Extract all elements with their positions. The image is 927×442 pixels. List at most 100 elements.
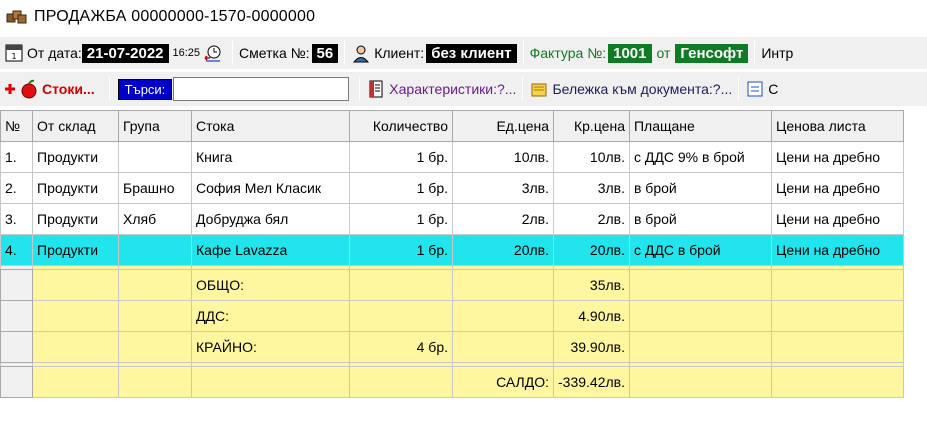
cell-payment[interactable]: в брой <box>628 172 772 204</box>
col-header-product[interactable]: Стока <box>191 110 350 142</box>
cell-price-list[interactable]: Цени на дребно <box>770 172 904 204</box>
cell-unit-price[interactable]: 20лв. <box>452 234 554 266</box>
cell-quantity[interactable]: 1 бр. <box>349 141 453 173</box>
date-value[interactable]: 21-07-2022 <box>81 43 169 63</box>
invoice-value[interactable]: 1001 <box>608 43 652 63</box>
cell-group[interactable] <box>118 141 192 173</box>
cell-price-list[interactable]: Цени на дребно <box>770 203 904 235</box>
summary-row-total: ОБЩО: 35лв. <box>0 269 904 301</box>
note-icon[interactable] <box>529 79 549 99</box>
goods-button[interactable]: Стоки... <box>42 81 95 97</box>
client-value[interactable]: без клиент <box>426 43 517 63</box>
more-button[interactable]: Интр <box>761 45 793 61</box>
row-number: 1. <box>0 141 33 173</box>
goods-toolbar: Стоки... Търси: Характеристики:?... Беле… <box>0 72 927 106</box>
document-note-button[interactable]: Бележка към документа:?... <box>552 81 732 97</box>
title-bar: ПРОДАЖБА 00000000-1570-0000000 <box>0 0 927 34</box>
overflow-icon[interactable] <box>745 79 765 99</box>
row-number: 2. <box>0 172 33 204</box>
cell-warehouse[interactable]: Продукти <box>32 141 119 173</box>
invoice-label: Фактура №: <box>529 45 607 61</box>
summary-row-balance: САЛДО: -339.42лв. <box>0 366 904 398</box>
col-header-group[interactable]: Група <box>118 110 192 142</box>
cell-group[interactable]: Хляб <box>118 203 192 235</box>
balance-label: САЛДО: <box>452 366 554 398</box>
col-header-number[interactable]: № <box>0 110 33 142</box>
table-row[interactable]: 3. Продукти Хляб Добруджа бял 1 бр. 2лв.… <box>0 203 904 235</box>
grid-header-row: № От склад Група Стока Количество Ед.цен… <box>0 110 904 142</box>
row-number: 3. <box>0 203 33 235</box>
final-value: 39.90лв. <box>553 331 630 363</box>
toolbar-separator <box>522 41 524 65</box>
cell-quantity[interactable]: 1 бр. <box>349 172 453 204</box>
clock-refresh-icon[interactable] <box>203 43 223 63</box>
col-header-price-list[interactable]: Ценова листа <box>770 110 904 142</box>
characteristics-button[interactable]: Характеристики:?... <box>389 81 516 97</box>
window-title: ПРОДАЖБА 00000000-1570-0000000 <box>34 8 316 25</box>
app-icon <box>6 8 28 26</box>
cell-payment[interactable]: с ДДС 9% в брой <box>628 141 772 173</box>
characteristics-icon[interactable] <box>366 79 386 99</box>
invoice-from-label: от <box>656 45 671 61</box>
vat-value: 4.90лв. <box>553 300 630 332</box>
col-header-warehouse[interactable]: От склад <box>32 110 119 142</box>
cell-price-list[interactable]: Цени на дребно <box>770 141 904 173</box>
vat-label: ДДС: <box>191 300 350 332</box>
cell-product[interactable]: София Мел Класик <box>191 172 350 204</box>
overflow-button[interactable]: С <box>768 81 778 97</box>
toolbar-separator <box>359 77 361 101</box>
toolbar-separator <box>344 41 346 65</box>
cell-product[interactable]: Книга <box>191 141 350 173</box>
table-row[interactable]: 1. Продукти Книга 1 бр. 10лв. 10лв. с ДД… <box>0 141 904 173</box>
total-label: ОБЩО: <box>191 269 350 301</box>
company-value[interactable]: Генсофт <box>675 43 749 63</box>
cell-group[interactable] <box>118 234 192 266</box>
cell-product[interactable]: Добруджа бял <box>191 203 350 235</box>
summary-row-final: КРАЙНО: 4 бр. 39.90лв. <box>0 331 904 363</box>
sale-items-grid: № От склад Група Стока Количество Ед.цен… <box>0 110 904 398</box>
cell-payment[interactable]: с ДДС в брой <box>628 234 772 266</box>
cell-unit-price[interactable]: 3лв. <box>452 172 554 204</box>
table-row-selected[interactable]: 4. Продукти Кафе Lavazza 1 бр. 20лв. 20л… <box>0 234 904 266</box>
summary-row-vat: ДДС: 4.90лв. <box>0 300 904 332</box>
cell-product[interactable]: Кафе Lavazza <box>191 234 350 266</box>
add-plus-icon[interactable] <box>4 79 16 99</box>
toolbar-separator <box>108 77 110 101</box>
cell-final-price[interactable]: 3лв. <box>553 172 630 204</box>
cell-group[interactable]: Брашно <box>118 172 192 204</box>
cell-warehouse[interactable]: Продукти <box>32 172 119 204</box>
cell-unit-price[interactable]: 2лв. <box>452 203 554 235</box>
account-value[interactable]: 56 <box>311 43 339 63</box>
row-number: 4. <box>0 234 33 266</box>
toolbar-separator <box>738 77 740 101</box>
cell-quantity[interactable]: 1 бр. <box>349 234 453 266</box>
total-value: 35лв. <box>553 269 630 301</box>
col-header-quantity[interactable]: Количество <box>349 110 453 142</box>
col-header-payment[interactable]: Плащане <box>628 110 772 142</box>
search-label: Търси: <box>117 78 173 100</box>
col-header-final-price[interactable]: Кр.цена <box>553 110 630 142</box>
time-value: 16:25 <box>172 47 201 59</box>
cell-payment[interactable]: в брой <box>628 203 772 235</box>
final-quantity: 4 бр. <box>349 331 453 363</box>
cell-price-list[interactable]: Цени на дребно <box>770 234 904 266</box>
final-label: КРАЙНО: <box>191 331 350 363</box>
col-header-unit-price[interactable]: Ед.цена <box>452 110 554 142</box>
cell-final-price[interactable]: 20лв. <box>553 234 630 266</box>
cell-warehouse[interactable]: Продукти <box>32 234 119 266</box>
balance-value: -339.42лв. <box>553 366 630 398</box>
account-label: Сметка №: <box>239 45 310 61</box>
client-person-icon[interactable] <box>351 43 371 63</box>
cell-final-price[interactable]: 10лв. <box>553 141 630 173</box>
toolbar-separator <box>522 77 524 101</box>
search-input[interactable] <box>173 77 350 101</box>
apple-icon[interactable] <box>19 79 39 99</box>
cell-final-price[interactable]: 2лв. <box>553 203 630 235</box>
cell-quantity[interactable]: 1 бр. <box>349 203 453 235</box>
calendar-icon[interactable]: 1 <box>4 43 24 63</box>
cell-warehouse[interactable]: Продукти <box>32 203 119 235</box>
client-label: Клиент: <box>374 45 425 61</box>
cell-unit-price[interactable]: 10лв. <box>452 141 554 173</box>
svg-text:1: 1 <box>11 52 16 61</box>
table-row[interactable]: 2. Продукти Брашно София Мел Класик 1 бр… <box>0 172 904 204</box>
